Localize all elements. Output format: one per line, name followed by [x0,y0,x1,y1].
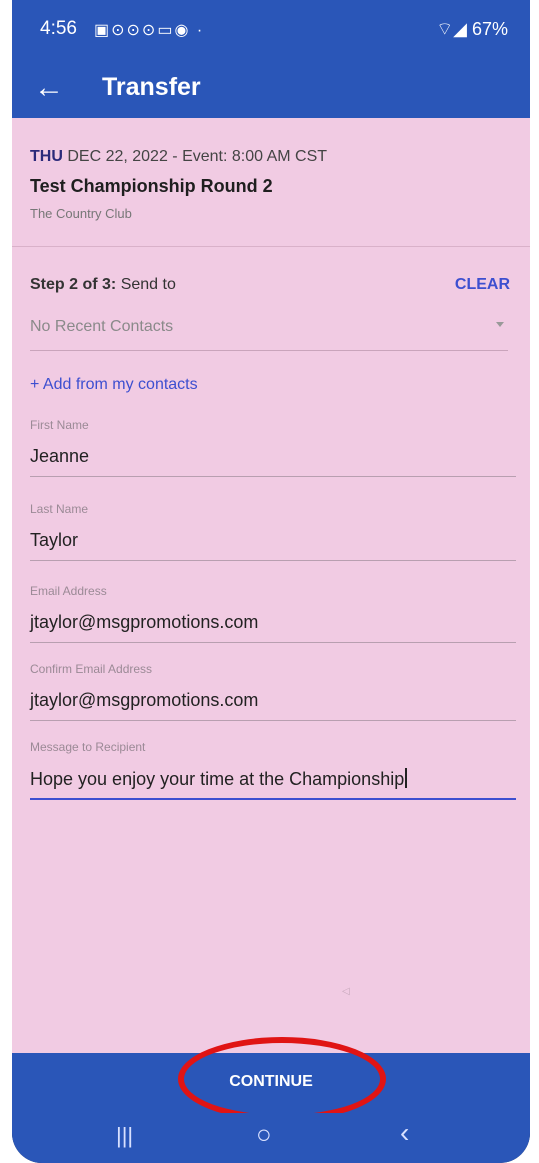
nav-hint-icon: ◁ [342,986,350,997]
confirm-email-value: jtaylor@msgpromotions.com [30,690,259,710]
signal-icon: ⌔◢ [436,19,467,39]
back-arrow-icon[interactable]: ← [34,68,64,108]
event-venue: The Country Club [30,206,132,221]
event-day: THU [30,148,63,165]
event-name: Test Championship Round 2 [30,176,273,196]
status-time: 4:56 [40,18,77,39]
last-name-value: Taylor [30,530,79,550]
page-title: Transfer [102,73,201,101]
system-nav-bar: ||| ○ ‹ [12,1113,530,1163]
confirm-email-field[interactable]: Confirm Email Address jtaylor@msgpromoti… [30,662,518,726]
first-name-label: First Name [30,418,89,432]
clear-button[interactable]: CLEAR [455,276,510,294]
step-prefix: Step 2 of 3: [30,276,117,293]
step-label: Send to [120,276,176,293]
last-name-label: Last Name [30,502,89,516]
step-indicator: Step 2 of 3: Send to [30,276,176,294]
message-field[interactable]: Message to Recipient Hope you enjoy your… [30,740,518,804]
text-cursor [405,768,408,788]
message-value: Hope you enjoy your time at the Champion… [30,769,405,789]
home-icon[interactable]: ○ [256,1119,272,1150]
first-name-field[interactable]: First Name Jeanne [30,418,518,482]
recents-icon[interactable]: ||| [116,1123,133,1149]
recent-contacts-select[interactable]: No Recent Contacts [30,308,508,351]
field-underline [30,720,516,721]
first-name-value: Jeanne [30,446,90,466]
phone-screen: 4:56 ▣⊙⊙⊙▭◉ · ⌔◢ 67% ← Transfer THU DEC … [12,0,530,1163]
status-bar: 4:56 ▣⊙⊙⊙▭◉ · ⌔◢ 67% [12,0,530,58]
email-label: Email Address [30,584,107,598]
message-label: Message to Recipient [30,740,146,754]
divider [12,246,530,247]
field-underline-active [30,798,516,800]
confirm-email-label: Confirm Email Address [30,662,153,676]
message-value-wrap: Hope you enjoy your time at the Champion… [30,768,408,790]
field-underline [30,642,516,643]
app-bar: ← Transfer [12,58,530,118]
last-name-field[interactable]: Last Name Taylor [30,502,518,566]
event-date: THU DEC 22, 2022 - Event: 8:00 AM CST [30,148,327,166]
event-date-time: DEC 22, 2022 - Event: 8:00 AM CST [67,148,328,165]
highlight-circle [178,1037,386,1121]
notification-icons: ▣⊙⊙⊙▭◉ · [94,22,205,39]
transfer-form: THU DEC 22, 2022 - Event: 8:00 AM CST Te… [12,118,530,1053]
field-underline [30,476,516,477]
field-underline [30,560,516,561]
add-from-contacts-link[interactable]: + Add from my contacts [30,376,198,394]
battery-level: 67% [471,19,508,39]
recent-contacts-value: No Recent Contacts [30,318,174,335]
chevron-down-icon [496,322,504,327]
email-field[interactable]: Email Address jtaylor@msgpromotions.com [30,584,518,648]
system-back-icon[interactable]: ‹ [400,1117,409,1149]
status-right: ⌔◢ 67% [436,18,508,41]
email-value: jtaylor@msgpromotions.com [30,612,259,632]
